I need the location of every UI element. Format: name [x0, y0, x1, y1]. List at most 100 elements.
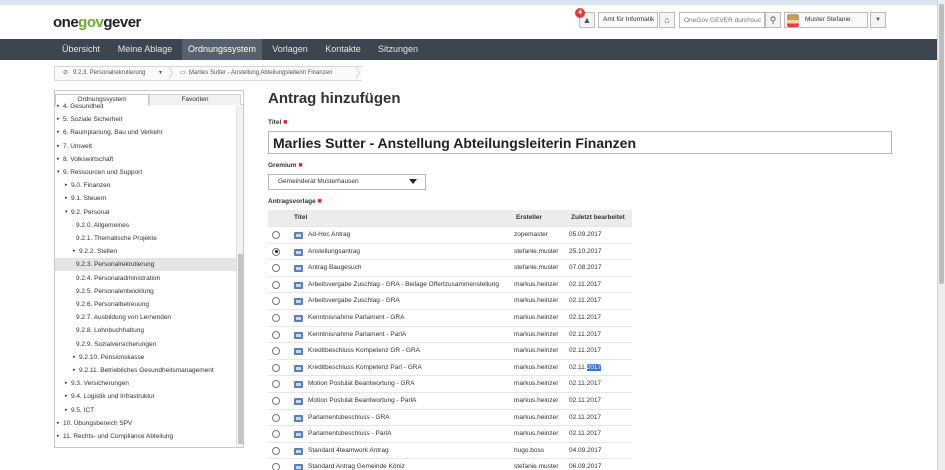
template-title[interactable]: Parlamentsbeschluss - GRA — [308, 410, 512, 426]
tree-collapsed-icon[interactable]: ▸ — [73, 245, 76, 258]
tab-vorlagen[interactable]: Vorlagen — [266, 39, 314, 60]
template-radio[interactable] — [272, 380, 280, 389]
table-row[interactable]: Arbeitsvergabe Zuschlag - GRA - Beilage … — [268, 275, 632, 293]
tree-collapsed-icon[interactable]: ▸ — [57, 430, 60, 443]
template-radio[interactable] — [272, 280, 280, 289]
tree-item[interactable]: 9.2.7. Ausbildung von Lernenden — [55, 311, 236, 324]
tree-item[interactable]: ▸ 9.4. Logistik und Infrastruktur — [55, 390, 236, 403]
tree-item[interactable]: ▾ 9.2. Personal — [55, 206, 236, 219]
table-row[interactable]: Standard Antrag Gemeinde Köniz stefanie.m… — [268, 458, 632, 470]
tree-item[interactable]: ▸ 9.2.10. Pensionskasse — [55, 351, 236, 364]
template-radio[interactable] — [272, 314, 280, 322]
column-header-modified[interactable]: Zuletzt bearbeitet — [567, 210, 632, 226]
tree-expanded-icon[interactable]: ▾ — [57, 166, 60, 179]
template-radio[interactable] — [272, 363, 280, 372]
tree-item[interactable]: ▸ 9.3. Versicherungen — [55, 377, 236, 390]
tree-item[interactable]: ▸ 9.5. ICT — [55, 404, 236, 417]
table-row[interactable]: Kenntnisnahme Parlament - ParlA markus.he… — [268, 325, 632, 343]
tree-item[interactable]: 9.2.0. Allgemeines — [55, 219, 236, 232]
template-radio[interactable] — [272, 247, 280, 256]
tree-item[interactable]: ▸ 10. Übungsbereich SPV — [55, 417, 236, 430]
tree-scrollbar-thumb[interactable] — [238, 254, 243, 444]
tree-collapsed-icon[interactable]: ▸ — [73, 364, 76, 377]
tree-item[interactable]: ▸ 6. Raumplanung, Bau und Verkehr — [55, 126, 236, 139]
template-title[interactable]: Arbeitsvergabe Zuschlag - GRA - Beilage … — [308, 277, 512, 293]
tree-item[interactable]: ▸ 9.0. Finanzen — [55, 179, 236, 192]
table-row[interactable]: Parlamentsbeschluss - GRA markus.heinzer 0… — [268, 408, 632, 426]
template-radio[interactable] — [272, 330, 280, 339]
tree-item[interactable]: ▸ 11. Rechts- und Compliance Abteilung — [55, 430, 236, 443]
gremium-select[interactable]: Gemeinderat Musterhausen — [268, 174, 426, 190]
template-radio[interactable] — [272, 297, 280, 306]
template-radio[interactable] — [272, 463, 280, 470]
breadcrumb-item-current[interactable]: Marlies Sutter - Anstellung Abteilungsle… — [189, 67, 332, 80]
template-radio[interactable] — [272, 231, 280, 239]
search-input[interactable] — [679, 12, 765, 28]
tree-collapsed-icon[interactable]: ▸ — [57, 113, 60, 126]
tree-item[interactable]: ▸ 9.1. Steuern — [55, 192, 236, 205]
table-row[interactable]: Ad-Hoc Antrag zopemaster 05.09.2017 — [268, 226, 632, 243]
tree-collapsed-icon[interactable]: ▸ — [73, 351, 76, 364]
tab-uebersicht[interactable]: Übersicht — [54, 39, 108, 60]
tree-item[interactable]: 9.2.8. Lohnbuchhaltung — [55, 324, 236, 337]
template-radio[interactable] — [272, 264, 280, 273]
template-title[interactable]: Motion Postulat Beantwortung - ParlA — [308, 393, 512, 409]
table-row[interactable]: Kreditbeschluss Kompetenz Parl - GRA mark… — [268, 358, 632, 376]
template-title[interactable]: Kreditbeschluss Kompetenz GR - GRA — [308, 343, 512, 359]
tree-item[interactable]: ▸ 9.2.2. Stellen — [55, 245, 236, 258]
table-row[interactable]: Kenntnisnahme Parlament - GRA markus.hein… — [268, 309, 632, 326]
table-row[interactable]: Motion Postulat Beantwortung - ParlA mark… — [268, 392, 632, 409]
template-title[interactable]: Arbeitsvergabe Zuschlag - GRA — [308, 293, 512, 309]
template-radio[interactable] — [272, 430, 280, 439]
column-header-title[interactable]: Titel — [288, 210, 512, 226]
table-row[interactable]: Parlamentsbeschluss - ParlA markus.heinze… — [268, 425, 632, 442]
template-title[interactable]: Kreditbeschluss Kompetenz Parl - GRA — [308, 360, 512, 376]
template-title[interactable]: Standard 4teamwork Antrag — [308, 443, 512, 459]
tree-collapsed-icon[interactable]: ▸ — [65, 390, 68, 403]
table-row[interactable]: Kreditbeschluss Kompetenz GR - GRA markus… — [268, 342, 632, 359]
tree-collapsed-icon[interactable]: ▸ — [57, 126, 60, 139]
tree-collapsed-icon[interactable]: ▸ — [57, 140, 60, 153]
title-field[interactable] — [268, 131, 892, 154]
template-title[interactable]: Standard Antrag Gemeinde Köniz — [308, 459, 512, 470]
search-icon[interactable]: ⚲ — [765, 12, 781, 28]
tree-item[interactable]: ▸ 4. Gesundheit — [55, 100, 236, 113]
tree-collapsed-icon[interactable]: ▸ — [65, 377, 68, 390]
table-row[interactable]: Arbeitsvergabe Zuschlag - GRA markus.hein… — [268, 292, 632, 309]
org-unit-building-icon[interactable]: ⌂ — [659, 12, 675, 28]
tab-ordnungssystem[interactable]: Ordnungssystem — [182, 39, 262, 60]
template-title[interactable]: Ad-Hoc Antrag — [308, 227, 512, 243]
tree-collapsed-icon[interactable]: ▸ — [57, 100, 60, 113]
tree-expanded-icon[interactable]: ▾ — [65, 206, 68, 219]
tree-item[interactable]: 9.2.3. Personalrekrutierung — [55, 258, 236, 272]
template-title[interactable]: Kenntnisnahme Parlament - ParlA — [308, 327, 512, 343]
tree-collapsed-icon[interactable]: ▸ — [65, 404, 68, 417]
tree-item[interactable]: ▾ 9. Ressourcen und Support — [55, 166, 236, 179]
tree-item[interactable]: ▸ 7. Umwelt — [55, 140, 236, 153]
table-row[interactable]: Antrag Baugesuch stefanie.muster 07.08.201… — [268, 259, 632, 276]
template-radio[interactable] — [272, 413, 280, 422]
tab-sitzungen[interactable]: Sitzungen — [372, 39, 424, 60]
tree-item[interactable]: ▸ 5. Soziale Sicherheit — [55, 113, 236, 126]
tree-item[interactable]: ▸ 8. Volkswirtschaft — [55, 153, 236, 166]
template-title[interactable]: Antrag Baugesuch — [308, 260, 512, 276]
tree-scrollbar[interactable] — [236, 106, 243, 447]
tree-item[interactable]: 9.2.6. Personalbetreuung — [55, 298, 236, 311]
tree-item[interactable]: 9.2.1. Thematische Projekte — [55, 232, 236, 245]
table-row[interactable]: Motion Postulat Beantwortung - GRA markus… — [268, 375, 632, 392]
column-header-creator[interactable]: Ersteller — [512, 210, 567, 226]
tree-collapsed-icon[interactable]: ▸ — [65, 179, 68, 192]
page-scrollbar[interactable] — [937, 0, 945, 470]
template-radio[interactable] — [272, 397, 280, 405]
tab-kontakte[interactable]: Kontakte — [318, 39, 368, 60]
tree-item[interactable]: 9.2.9. Sozialversicherungen — [55, 338, 236, 351]
table-row[interactable]: Anstellungsantrag stefanie.muster 25.10.20… — [268, 242, 632, 260]
template-title[interactable]: Kenntnisnahme Parlament - GRA — [308, 310, 512, 326]
template-title[interactable]: Anstellungsantrag — [308, 244, 512, 260]
breadcrumb-dropdown-icon[interactable]: ▾ — [159, 67, 162, 80]
notifications-bell-icon[interactable]: ▲ 4 — [575, 8, 595, 28]
template-radio[interactable] — [272, 446, 280, 455]
org-unit-selector[interactable]: Amt für Informatik — [598, 12, 658, 28]
page-scrollbar-thumb[interactable] — [939, 4, 944, 284]
tree-collapsed-icon[interactable]: ▸ — [57, 417, 60, 430]
